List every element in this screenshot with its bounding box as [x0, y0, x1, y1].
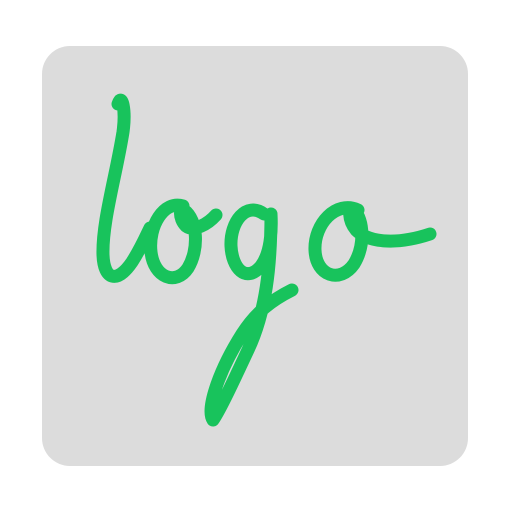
letter-o2-stroke — [308, 201, 437, 282]
logo-wordmark — [96, 93, 437, 427]
letter-l-stroke — [96, 93, 157, 283]
letter-g-stroke — [204, 203, 299, 427]
letter-o-stroke — [144, 198, 223, 285]
logo-canvas — [0, 0, 512, 512]
